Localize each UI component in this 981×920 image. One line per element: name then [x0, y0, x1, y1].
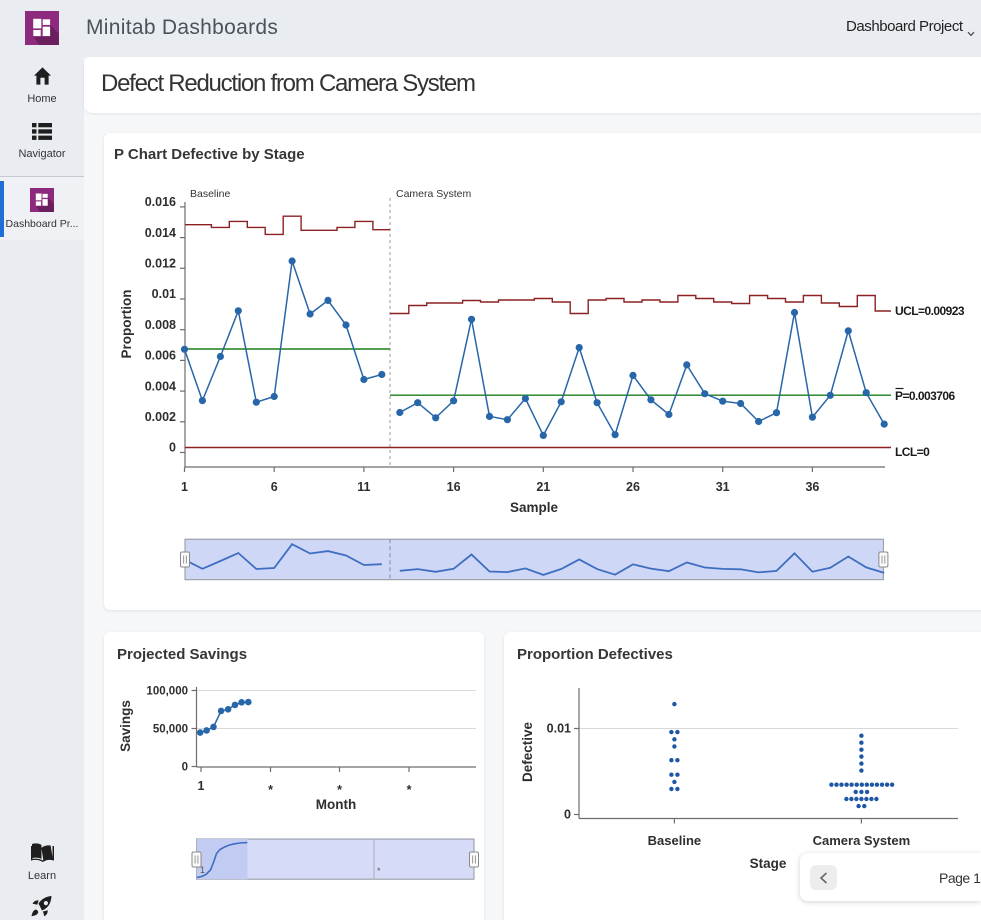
svg-text:26: 26 — [626, 480, 640, 494]
svg-text:16: 16 — [447, 480, 461, 494]
svg-text:36: 36 — [805, 480, 819, 494]
svg-text:*: * — [407, 783, 412, 797]
svg-text:31: 31 — [716, 480, 730, 494]
svg-text:Month: Month — [316, 797, 356, 812]
svg-text:P=0.003706: P=0.003706 — [895, 389, 955, 403]
svg-text:0: 0 — [564, 808, 571, 822]
svg-text:Stage: Stage — [750, 856, 787, 871]
svg-text:0: 0 — [169, 441, 176, 455]
svg-text:Savings: Savings — [118, 700, 133, 752]
svg-text:*: * — [268, 783, 273, 797]
svg-text:1: 1 — [198, 779, 205, 793]
svg-text:0.004: 0.004 — [145, 379, 176, 393]
svg-text:6: 6 — [271, 480, 278, 494]
svg-text:11: 11 — [357, 480, 370, 494]
svg-text:100,000: 100,000 — [146, 686, 188, 698]
svg-text:Proportion: Proportion — [119, 290, 134, 359]
svg-text:Camera System: Camera System — [396, 188, 472, 200]
svg-text:0.01: 0.01 — [547, 722, 571, 736]
svg-text:50,000: 50,000 — [153, 724, 188, 736]
svg-text:UCL=0.00923: UCL=0.00923 — [895, 304, 965, 318]
svg-text:0.008: 0.008 — [145, 318, 176, 332]
svg-text:LCL=0: LCL=0 — [895, 445, 930, 459]
svg-text:Defective: Defective — [520, 722, 535, 783]
svg-text:0.002: 0.002 — [145, 410, 176, 424]
svg-text:*: * — [377, 866, 381, 876]
svg-text:1: 1 — [181, 480, 188, 494]
svg-text:0.014: 0.014 — [145, 226, 176, 240]
svg-text:0.01: 0.01 — [152, 287, 176, 301]
svg-text:0.016: 0.016 — [145, 195, 176, 209]
svg-text:0.006: 0.006 — [145, 349, 176, 363]
svg-text:0.012: 0.012 — [145, 257, 176, 271]
svg-text:Baseline: Baseline — [190, 188, 230, 200]
svg-text:0: 0 — [182, 762, 188, 774]
svg-text:21: 21 — [536, 480, 550, 494]
svg-text:Camera System: Camera System — [813, 833, 911, 848]
svg-text:*: * — [337, 783, 342, 797]
svg-text:Sample: Sample — [510, 500, 559, 515]
svg-text:Baseline: Baseline — [648, 833, 701, 848]
